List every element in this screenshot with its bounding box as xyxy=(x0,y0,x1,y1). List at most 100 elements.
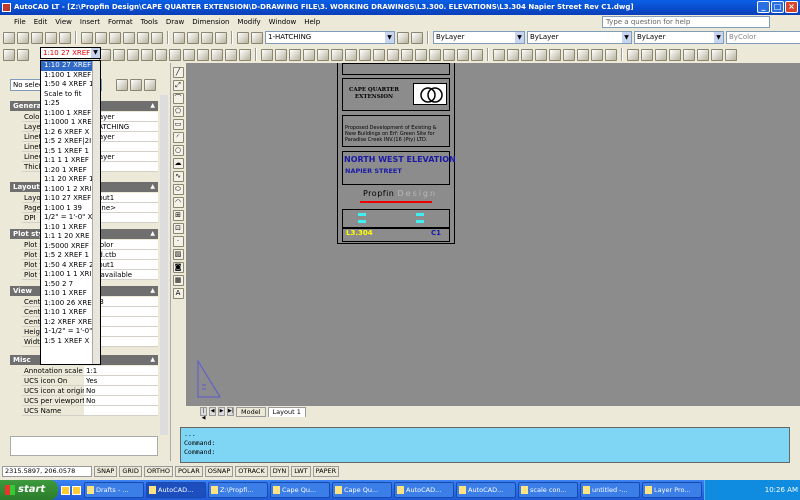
zoom-window-icon[interactable] xyxy=(201,31,213,44)
paste-icon[interactable] xyxy=(109,31,121,44)
copy-object-icon[interactable] xyxy=(275,48,287,61)
model-space-icon[interactable] xyxy=(3,48,15,61)
make-block-icon[interactable]: ⊡ xyxy=(172,223,184,234)
menu-tools[interactable]: Tools xyxy=(141,18,158,26)
arc-icon[interactable]: ◜ xyxy=(172,132,184,143)
construction-line-icon[interactable]: ⤢ xyxy=(172,80,184,91)
dim-style-icon[interactable] xyxy=(641,48,653,61)
palette-scrollbar[interactable] xyxy=(160,95,168,435)
taskbar-item[interactable]: Cape Qu... xyxy=(332,482,392,498)
spline-icon[interactable]: ∿ xyxy=(172,171,184,182)
plotstyle-combo[interactable]: ByColor▼ xyxy=(726,31,800,44)
quick-dimension-icon[interactable] xyxy=(197,48,209,61)
taskbar-item[interactable]: Layer Pro... xyxy=(642,482,702,498)
lwt-toggle[interactable]: LWT xyxy=(291,465,311,477)
taskbar-item[interactable]: AutoCAD... xyxy=(146,482,206,498)
dimension-ordinate-icon[interactable] xyxy=(141,48,153,61)
find-text-icon[interactable] xyxy=(697,48,709,61)
open-icon[interactable] xyxy=(17,31,29,44)
maximize-button[interactable]: □ xyxy=(771,1,784,13)
layer-manager-icon[interactable] xyxy=(237,31,249,44)
osnap-perpendicular-icon[interactable] xyxy=(577,48,589,61)
redo-icon[interactable] xyxy=(151,31,163,44)
mtext-icon[interactable]: A xyxy=(172,288,184,299)
quick-launch-icon[interactable] xyxy=(72,485,81,495)
move-icon[interactable] xyxy=(331,48,343,61)
osnap-intersection-icon[interactable] xyxy=(521,48,533,61)
join-icon[interactable] xyxy=(429,48,441,61)
property-row[interactable]: UCS per viewport No xyxy=(22,396,158,406)
point-icon[interactable]: · xyxy=(172,236,184,247)
minimize-button[interactable]: _ xyxy=(757,1,770,13)
save-icon[interactable] xyxy=(31,31,43,44)
taskbar-item[interactable]: Cape Qu... xyxy=(270,482,330,498)
rotate-icon[interactable] xyxy=(345,48,357,61)
make-current-layer-icon[interactable] xyxy=(397,31,409,44)
help-search-input[interactable]: Type a question for help xyxy=(602,16,770,28)
circle-icon[interactable]: ○ xyxy=(172,145,184,156)
osnap-endpoint-icon[interactable] xyxy=(493,48,505,61)
rectangle-icon[interactable]: ▭ xyxy=(172,119,184,130)
taskbar-item[interactable]: untitled -... xyxy=(580,482,640,498)
viewport-scale-combo[interactable]: 1:10 27 XREF ▼ xyxy=(40,47,101,59)
table-style-icon[interactable] xyxy=(655,48,667,61)
array-icon[interactable] xyxy=(317,48,329,61)
trim-icon[interactable] xyxy=(387,48,399,61)
hatch-icon[interactable]: ▨ xyxy=(172,249,184,260)
quick-launch-icon[interactable] xyxy=(61,485,70,495)
layer-previous-icon[interactable] xyxy=(411,31,423,44)
property-row[interactable]: UCS icon On Yes xyxy=(22,376,158,386)
otrack-toggle[interactable]: OTRACK xyxy=(235,465,268,477)
print-icon[interactable] xyxy=(45,31,57,44)
insert-block-icon[interactable]: ⊞ xyxy=(172,210,184,221)
taskbar-item[interactable]: AutoCAD... xyxy=(456,482,516,498)
tab-next-icon[interactable]: ▶ xyxy=(218,407,225,416)
ellipse-icon[interactable]: ⬭ xyxy=(172,184,184,195)
revision-cloud-icon[interactable]: ☁ xyxy=(172,158,184,169)
osnap-center-icon[interactable] xyxy=(535,48,547,61)
command-window[interactable]: ... Command: Command: xyxy=(180,427,790,463)
break-icon[interactable] xyxy=(415,48,427,61)
paper-toggle[interactable]: PAPER xyxy=(312,465,340,477)
layer-combo[interactable]: 1-HATCHING ▼ xyxy=(265,31,395,44)
region-icon[interactable]: ◙ xyxy=(172,262,184,273)
polar-toggle[interactable]: POLAR xyxy=(174,465,203,477)
offset-icon[interactable] xyxy=(303,48,315,61)
ellipse-arc-icon[interactable]: ◠ xyxy=(172,197,184,208)
tab-layout1[interactable]: Layout 1 xyxy=(267,406,306,417)
lineweight-combo[interactable]: ByLayer ▼ xyxy=(634,31,724,44)
preview-icon[interactable] xyxy=(59,31,71,44)
start-button[interactable]: start xyxy=(0,480,58,500)
menu-edit[interactable]: Edit xyxy=(34,18,48,26)
color-combo[interactable]: ByLayer ▼ xyxy=(433,31,525,44)
dropdown-scrollbar[interactable] xyxy=(92,61,100,364)
osnap-toggle[interactable]: OSNAP xyxy=(204,465,234,477)
property-row[interactable]: UCS icon at origin No xyxy=(22,386,158,396)
polygon-icon[interactable]: ⬠ xyxy=(172,106,184,117)
continue-icon[interactable] xyxy=(225,48,237,61)
single-text-icon[interactable] xyxy=(683,48,695,61)
menu-view[interactable]: View xyxy=(55,18,72,26)
linetype-combo[interactable]: ByLayer ▼ xyxy=(527,31,632,44)
taskbar-item[interactable]: scale con... xyxy=(518,482,578,498)
explode-icon[interactable] xyxy=(471,48,483,61)
dimension-arc-icon[interactable] xyxy=(127,48,139,61)
tab-prev-icon[interactable]: ◀ xyxy=(209,407,216,416)
dimension-radius-icon[interactable] xyxy=(155,48,167,61)
table-icon[interactable]: ▦ xyxy=(172,275,184,286)
coordinate-readout[interactable]: 2315.5897, 206.0578 xyxy=(2,465,92,477)
osnap-tangent-icon[interactable] xyxy=(563,48,575,61)
polyline-icon[interactable]: ⌒ xyxy=(172,93,184,104)
tab-first-icon[interactable]: |◀ xyxy=(200,407,207,421)
menu-insert[interactable]: Insert xyxy=(80,18,100,26)
system-tray-clock[interactable]: 10:26 AM xyxy=(704,480,800,500)
osnap-none-icon[interactable] xyxy=(605,48,617,61)
select-objects-icon[interactable] xyxy=(130,79,142,91)
mirror-icon[interactable] xyxy=(289,48,301,61)
erase-icon[interactable] xyxy=(261,48,273,61)
layer-state-icon[interactable] xyxy=(251,31,263,44)
extend-icon[interactable] xyxy=(401,48,413,61)
menu-draw[interactable]: Draw xyxy=(166,18,184,26)
properties-icon[interactable] xyxy=(725,48,737,61)
tab-last-icon[interactable]: ▶| xyxy=(227,407,234,416)
